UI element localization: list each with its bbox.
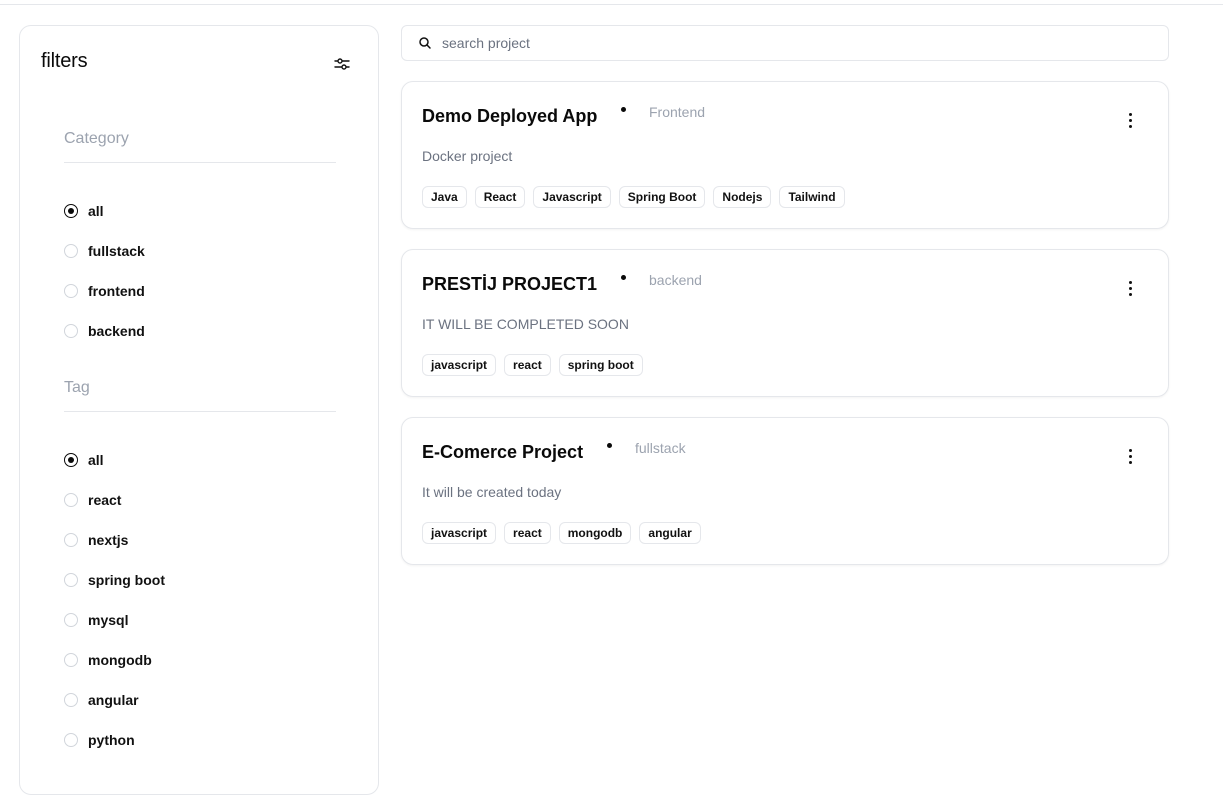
tag-option-label: python	[88, 732, 135, 748]
radio-button[interactable]	[64, 693, 78, 707]
tech-tag: Tailwind	[779, 186, 845, 208]
radio-selected-dot	[68, 457, 74, 463]
tech-tag: react	[504, 522, 551, 544]
project-card[interactable]: E-Comerce Project fullstack It will be cre…	[401, 417, 1169, 565]
tech-tag: Javascript	[533, 186, 611, 208]
tag-option[interactable]: spring boot	[64, 570, 165, 590]
radio-button[interactable]	[64, 653, 78, 667]
tech-tag: Java	[422, 186, 467, 208]
radio-button[interactable]	[64, 453, 78, 467]
project-description: It will be created today	[422, 484, 562, 500]
tag-list: javascript react mongodb angular	[422, 522, 701, 544]
radio-button[interactable]	[64, 244, 78, 258]
category-divider	[64, 162, 336, 163]
tag-divider	[64, 411, 336, 412]
tag-option-label: spring boot	[88, 572, 165, 588]
project-category: fullstack	[635, 440, 686, 456]
more-options-icon[interactable]	[1122, 446, 1138, 466]
project-card[interactable]: PRESTİJ PROJECT1 backend IT WILL BE COMPLE…	[401, 249, 1169, 397]
project-title: Demo Deployed App	[422, 106, 598, 126]
category-option-label: fullstack	[88, 243, 145, 259]
more-options-icon[interactable]	[1122, 110, 1138, 130]
category-option-label: backend	[88, 323, 145, 339]
project-description: IT WILL BE COMPLETED SOON	[422, 316, 629, 332]
category-option[interactable]: backend	[64, 321, 145, 341]
category-option-label: frontend	[88, 283, 145, 299]
radio-button[interactable]	[64, 573, 78, 587]
separator-dot	[607, 443, 612, 448]
tag-option[interactable]: mongodb	[64, 650, 152, 670]
separator-dot	[621, 275, 626, 280]
tag-option-label: mysql	[88, 612, 129, 628]
tag-option-label: angular	[88, 692, 139, 708]
tech-tag: javascript	[422, 522, 497, 544]
tag-option[interactable]: react	[64, 490, 121, 510]
category-option[interactable]: fullstack	[64, 241, 145, 261]
tag-option-label: react	[88, 492, 122, 508]
tech-tag: angular	[639, 522, 701, 544]
category-option[interactable]: frontend	[64, 281, 145, 301]
tag-option-label: mongodb	[88, 652, 152, 668]
tag-option[interactable]: angular	[64, 690, 139, 710]
radio-button[interactable]	[64, 324, 78, 338]
project-description: Docker project	[422, 148, 513, 164]
project-title: E-Comerce Project	[422, 442, 584, 462]
radio-selected-dot	[68, 208, 74, 214]
tag-label: Tag	[64, 379, 90, 396]
tag-option-label: all	[88, 452, 104, 468]
project-title: PRESTİJ PROJECT1	[422, 274, 598, 294]
tech-tag: mongodb	[558, 522, 632, 544]
search-bar	[401, 25, 1169, 61]
radio-button[interactable]	[64, 284, 78, 298]
tech-tag: spring boot	[558, 354, 643, 376]
radio-button[interactable]	[64, 533, 78, 547]
search-input[interactable]	[440, 34, 1144, 52]
tech-tag: Nodejs	[713, 186, 772, 208]
search-icon	[419, 37, 431, 49]
sliders-icon[interactable]	[333, 55, 351, 73]
tag-list: javascript react spring boot	[422, 354, 643, 376]
radio-button[interactable]	[64, 493, 78, 507]
category-option-label: all	[88, 203, 104, 219]
tag-option[interactable]: mysql	[64, 610, 128, 630]
category-option[interactable]: all	[64, 201, 104, 221]
project-card[interactable]: Demo Deployed App Frontend Docker project J…	[401, 81, 1169, 229]
tech-tag: react	[504, 354, 551, 376]
radio-button[interactable]	[64, 204, 78, 218]
separator-dot	[621, 107, 626, 112]
tech-tag: React	[474, 186, 526, 208]
filters-sidebar: filters Category all fullstack frontend bac…	[19, 25, 379, 795]
project-category: Frontend	[649, 104, 706, 120]
tag-option-label: nextjs	[88, 532, 129, 548]
tag-option[interactable]: all	[64, 450, 104, 470]
project-category: backend	[649, 272, 702, 288]
more-options-icon[interactable]	[1122, 278, 1138, 298]
filters-title: filters	[41, 50, 88, 72]
tech-tag: Spring Boot	[618, 186, 706, 208]
top-divider	[0, 4, 1223, 5]
radio-button[interactable]	[64, 613, 78, 627]
tag-option[interactable]: nextjs	[64, 530, 128, 550]
category-label: Category	[64, 130, 129, 147]
tag-option[interactable]: python	[64, 730, 135, 750]
tech-tag: javascript	[422, 354, 497, 376]
tag-list: Java React Javascript Spring Boot Nodejs Tail…	[422, 186, 845, 208]
radio-button[interactable]	[64, 733, 78, 747]
